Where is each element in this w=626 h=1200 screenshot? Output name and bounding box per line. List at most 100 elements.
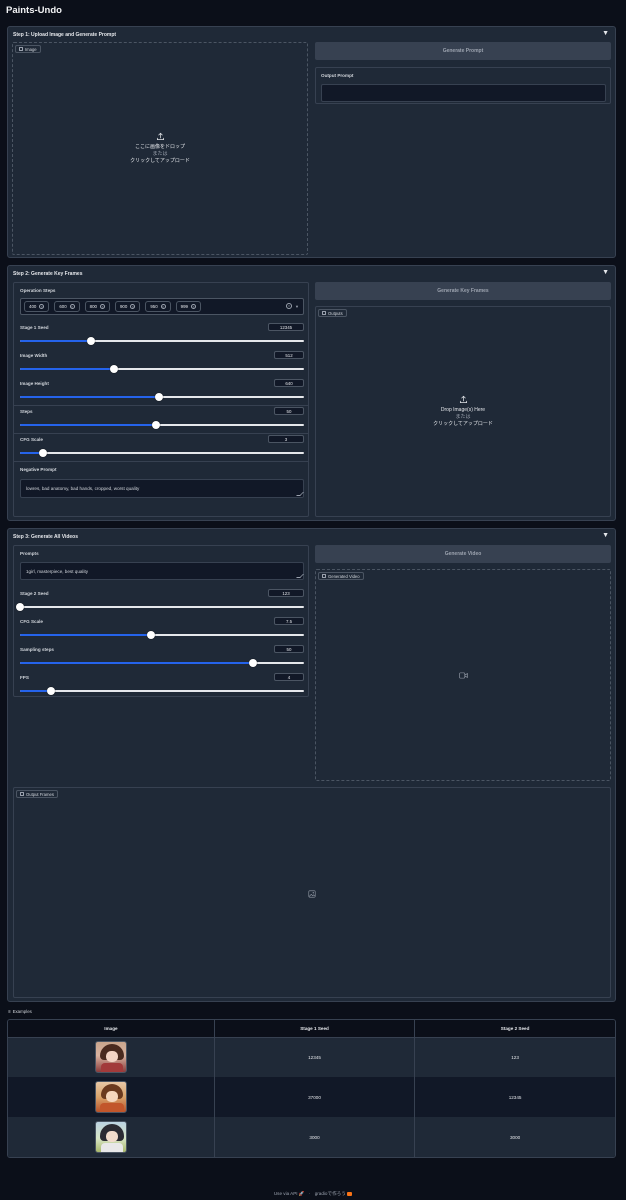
generated-video-label-tag: Generated Video bbox=[318, 572, 364, 580]
collapse-caret-icon[interactable]: ▼ bbox=[602, 269, 609, 276]
operation-step-chip[interactable]: 950 × bbox=[145, 301, 171, 312]
stage2-seed-cell[interactable]: 12345 bbox=[414, 1077, 615, 1117]
stage1-seed-cell[interactable]: 3000 bbox=[214, 1117, 416, 1157]
generate-prompt-button[interactable]: Generate Prompt bbox=[315, 42, 611, 60]
collapse-caret-icon[interactable]: ▼ bbox=[602, 532, 609, 539]
stage1-seed-cell[interactable]: 37000 bbox=[214, 1077, 416, 1117]
output-prompt-textarea[interactable] bbox=[321, 84, 606, 102]
generate-video-button[interactable]: Generate Video bbox=[315, 545, 611, 563]
operation-step-chip[interactable]: 600 × bbox=[54, 301, 80, 312]
drop-line2: クリックしてアップロード bbox=[433, 421, 493, 427]
operation-step-chip[interactable]: 800 × bbox=[84, 301, 110, 312]
slider-label: CFG Scale bbox=[20, 619, 43, 624]
table-row[interactable]: 3000 3000 bbox=[8, 1117, 615, 1157]
clear-all-icon[interactable]: × bbox=[286, 303, 293, 309]
slider-track[interactable] bbox=[16, 603, 304, 611]
face-shape bbox=[105, 1051, 118, 1063]
slider-fill bbox=[20, 396, 160, 398]
slider-thumb[interactable] bbox=[155, 393, 164, 401]
slider-number-input[interactable]: 3 bbox=[268, 435, 304, 443]
chip-text: 900 bbox=[119, 304, 128, 309]
slider-thumb[interactable] bbox=[146, 631, 155, 639]
collapse-caret-icon[interactable]: ▼ bbox=[602, 30, 609, 37]
slider-thumb[interactable] bbox=[16, 603, 24, 611]
slider-image-width: Image Width 512 bbox=[20, 351, 304, 373]
examples-label: Examples bbox=[12, 1009, 32, 1014]
negative-prompt-textarea[interactable]: lowres, bad anatomy, bad hands, cropped,… bbox=[20, 479, 304, 498]
remove-chip-icon[interactable]: × bbox=[69, 304, 75, 309]
table-row[interactable]: 12345 123 bbox=[8, 1037, 615, 1077]
slider-label: Sampling steps bbox=[20, 647, 54, 652]
slider-number-input[interactable]: 7.5 bbox=[274, 617, 304, 625]
operation-step-chip[interactable]: 900 × bbox=[114, 301, 141, 312]
step2-settings-block: Operation Steps 400 × 600 × 800 × 900 × 950 ×… bbox=[13, 282, 309, 517]
table-header-row: Image Stage 1 Seed Stage 2 Seed bbox=[8, 1020, 615, 1038]
drop-or: または bbox=[152, 151, 168, 157]
step1-header[interactable]: Step 1: Upload Image and Generate Prompt bbox=[13, 32, 116, 38]
slider-image-height: Image Height 640 bbox=[20, 379, 304, 401]
slider-thumb[interactable] bbox=[152, 421, 161, 429]
stage1-seed-cell[interactable]: 12345 bbox=[214, 1037, 416, 1077]
slider-number-input[interactable]: 640 bbox=[274, 379, 304, 387]
slider-label: Steps bbox=[20, 409, 33, 414]
slider-number-input[interactable]: 50 bbox=[274, 645, 304, 653]
stage2-seed-cell[interactable]: 123 bbox=[414, 1037, 615, 1077]
output-prompt-label: Output Prompt bbox=[321, 73, 354, 78]
use-via-api-link[interactable]: Use via API bbox=[274, 1191, 298, 1196]
example-image-cell[interactable] bbox=[8, 1117, 215, 1157]
generate-key-frames-button[interactable]: Generate Key Frames bbox=[315, 282, 611, 300]
slider-number-input[interactable]: 12345 bbox=[268, 323, 304, 331]
slider-track[interactable] bbox=[20, 631, 304, 639]
slider-track[interactable] bbox=[20, 659, 304, 667]
operation-step-chip[interactable]: 999 × bbox=[175, 301, 201, 312]
example-thumbnail bbox=[94, 1041, 127, 1074]
slider-track[interactable] bbox=[20, 421, 304, 429]
chip-text: 400 bbox=[29, 304, 37, 309]
slider-number-input[interactable]: 50 bbox=[274, 407, 304, 415]
outputs-gallery[interactable]: Outputs Drop Image(s) Here または クリックしてアップ… bbox=[315, 306, 611, 517]
prompts-textarea[interactable]: 1girl, masterpiece, best quality bbox=[20, 562, 304, 580]
slider-fill bbox=[20, 634, 151, 636]
slider-number-input[interactable]: 123 bbox=[268, 589, 304, 597]
video-camera-icon bbox=[459, 672, 468, 679]
image-upload-dropzone[interactable]: Image ここに画像をドロップ または クリックしてアップロード bbox=[12, 42, 308, 255]
slider-thumb[interactable] bbox=[47, 687, 56, 695]
generated-video-area[interactable]: Generated Video bbox=[315, 569, 611, 781]
slider-thumb[interactable] bbox=[87, 337, 95, 345]
built-with-gradio-link[interactable]: gradioで作ろう bbox=[315, 1191, 346, 1196]
step3-header[interactable]: Step 3: Generate All Videos bbox=[13, 534, 78, 540]
slider-number-input[interactable]: 4 bbox=[274, 673, 304, 681]
drop-or: または bbox=[455, 414, 471, 420]
operation-step-chip[interactable]: 400 × bbox=[24, 301, 50, 312]
slider-cfg-scale: CFG Scale 3 bbox=[20, 435, 304, 457]
slider-track[interactable] bbox=[20, 365, 304, 373]
remove-chip-icon[interactable]: × bbox=[99, 304, 105, 309]
image-placeholder-icon bbox=[308, 890, 316, 898]
step2-header[interactable]: Step 2: Generate Key Frames bbox=[13, 271, 82, 277]
slider-label: FPS bbox=[20, 675, 29, 680]
slider-stage2-seed: Stage 2 Seed 123 bbox=[16, 589, 304, 611]
slider-track[interactable] bbox=[20, 687, 304, 695]
remove-chip-icon[interactable]: × bbox=[190, 304, 196, 309]
example-image-cell[interactable] bbox=[8, 1037, 215, 1077]
stage2-seed-cell[interactable]: 3000 bbox=[414, 1117, 615, 1157]
slider-thumb[interactable] bbox=[38, 449, 47, 457]
remove-chip-icon[interactable]: × bbox=[39, 304, 45, 309]
operation-steps-dropdown[interactable]: 400 × 600 × 800 × 900 × 950 × 999 × × ▼ bbox=[20, 298, 304, 315]
output-frames-gallery[interactable]: Output Frames bbox=[13, 787, 611, 998]
slider-track[interactable] bbox=[20, 337, 304, 345]
slider-thumb[interactable] bbox=[109, 365, 118, 373]
slider-track[interactable] bbox=[20, 393, 304, 401]
example-thumbnail bbox=[94, 1121, 127, 1153]
remove-chip-icon[interactable]: × bbox=[130, 304, 136, 309]
example-image-cell[interactable] bbox=[8, 1077, 215, 1117]
examples-table-grid: Image Stage 1 Seed Stage 2 Seed 12345 12… bbox=[8, 1020, 615, 1157]
slider-thumb[interactable] bbox=[248, 659, 257, 667]
dropdown-arrow-icon[interactable]: ▼ bbox=[295, 304, 299, 309]
video-icon bbox=[322, 574, 326, 578]
table-row[interactable]: 37000 12345 bbox=[8, 1077, 615, 1117]
slider-track[interactable] bbox=[20, 449, 304, 457]
remove-chip-icon[interactable]: × bbox=[160, 304, 166, 309]
slider-number-input[interactable]: 512 bbox=[274, 351, 304, 359]
slider-label: Image Height bbox=[20, 381, 49, 386]
